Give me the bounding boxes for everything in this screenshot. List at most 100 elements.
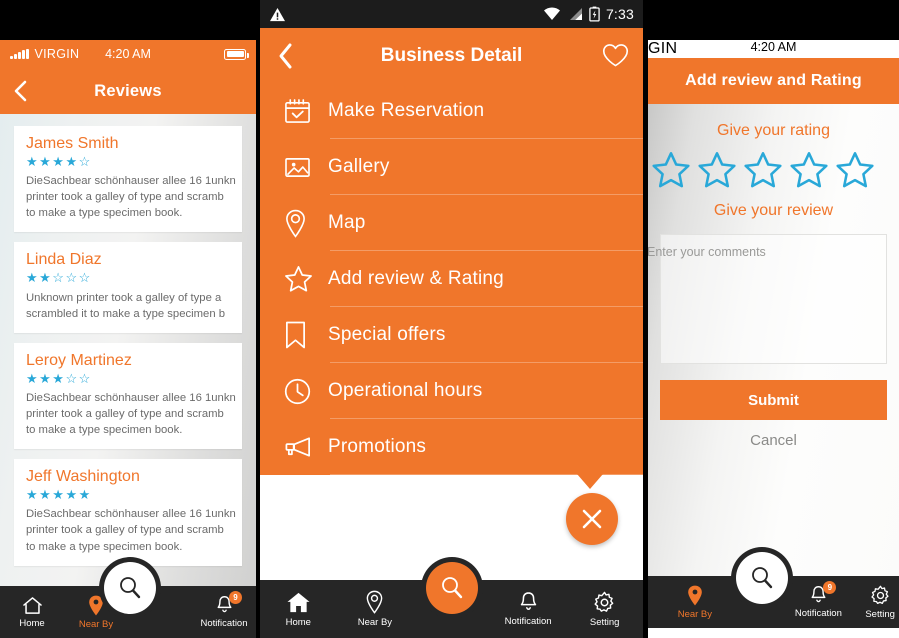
- rating-stars-input[interactable]: [651, 146, 887, 196]
- table-row[interactable]: James Smith ★★★★☆ DieSachbear schönhause…: [14, 126, 242, 233]
- battery-full-icon: [224, 48, 249, 60]
- close-fab-button[interactable]: [566, 493, 618, 545]
- phone-center-business-detail: 7:33 Business Detail Make Reservation Ga…: [260, 0, 643, 638]
- reviewer-name: Linda Diaz: [26, 251, 102, 269]
- sheet-pointer-arrow: [577, 474, 603, 489]
- nav-label: Notification: [200, 618, 248, 629]
- phone-left-reviews: VIRGIN 4:20 AM Reviews James Smith ★★★★☆…: [0, 40, 256, 638]
- cancel-button[interactable]: Cancel: [660, 432, 887, 449]
- star-outline-icon[interactable]: [743, 150, 783, 190]
- phone-right-add-review: GIN 4:20 AM Add review and Rating Give y…: [648, 40, 899, 638]
- phone-divider-right: [643, 0, 648, 638]
- review-line: Unknown printer took a galley of type a: [26, 291, 222, 304]
- search-fab-button[interactable]: [735, 552, 788, 604]
- nav-label: Near By: [78, 618, 114, 630]
- nav-item-notification[interactable]: 9 Notification: [788, 581, 850, 619]
- app-bar: Add review and Rating: [648, 58, 899, 104]
- search-icon: [751, 567, 772, 589]
- sheet-footer: [260, 474, 643, 561]
- status-time: 4:20 AM: [750, 40, 797, 54]
- search-fab-button[interactable]: [104, 562, 156, 614]
- nav-label: Setting: [865, 608, 895, 620]
- warning-triangle-icon: [270, 7, 285, 21]
- review-line: DieSachbear schönhauser allee 16 1unkn: [26, 175, 236, 188]
- phone-divider-left: [256, 0, 260, 638]
- nav-item-home[interactable]: Home: [260, 591, 337, 628]
- bottom-navigation: Near By 9 Notification Setting: [648, 552, 899, 628]
- review-line: printer took a galley of type and scramb: [26, 408, 224, 421]
- star-outline-icon[interactable]: [789, 150, 829, 190]
- map-pin-filled-icon: [89, 595, 103, 615]
- android-status-bar: 7:33: [260, 0, 643, 28]
- nav-item-setting[interactable]: Setting: [849, 585, 899, 620]
- gear-icon: [870, 585, 889, 604]
- rating-stars: ★★☆☆☆: [26, 270, 92, 286]
- menu-item-gallery[interactable]: Gallery: [260, 139, 643, 195]
- heart-outline-icon: [602, 44, 629, 67]
- submit-button[interactable]: Submit: [660, 380, 887, 420]
- comment-placeholder: Enter your comments: [648, 245, 766, 259]
- star-outline-icon: [284, 265, 328, 293]
- menu-item-label: Operational hours: [328, 380, 483, 401]
- bottom-navigation: Home Near By Notification Setting: [260, 562, 643, 638]
- status-time: 4:20 AM: [105, 47, 151, 61]
- close-x-icon: [582, 509, 602, 529]
- review-line: DieSachbear schönhauser allee 16 1unkn: [26, 508, 236, 521]
- star-outline-icon[interactable]: [651, 150, 691, 190]
- nav-label: Setting: [589, 616, 620, 628]
- reviews-list: James Smith ★★★★☆ DieSachbear schönhause…: [0, 114, 256, 638]
- rating-stars: ★★★☆☆: [26, 370, 92, 386]
- ios-status-bar: GIN 4:20 AM: [648, 40, 899, 58]
- back-button[interactable]: [260, 28, 310, 83]
- nav-item-notification[interactable]: Notification: [490, 591, 567, 627]
- menu-item-label: Make Reservation: [328, 100, 485, 121]
- status-icons-group: 7:33: [543, 6, 634, 22]
- menu-item-map[interactable]: Map: [260, 195, 643, 251]
- battery-charging-icon: [589, 6, 600, 22]
- back-button[interactable]: [0, 68, 40, 114]
- menu-item-label: Map: [328, 212, 366, 233]
- reviewer-name: James Smith: [26, 135, 119, 152]
- notification-badge: 9: [823, 581, 837, 594]
- table-row[interactable]: Jeff Washington ★★★★★ DieSachbear schönh…: [14, 459, 242, 566]
- review-line: printer took a galley of type and scramb: [26, 191, 224, 204]
- business-detail-menu: Make Reservation Gallery Map Add review …: [260, 83, 643, 475]
- nav-label: Notification: [794, 608, 842, 619]
- nav-label: Notification: [504, 616, 552, 627]
- nav-label: Home: [19, 617, 45, 629]
- menu-item-make-reservation[interactable]: Make Reservation: [260, 83, 643, 139]
- screenshot-stage: VIRGIN 4:20 AM Reviews James Smith ★★★★☆…: [0, 0, 899, 638]
- menu-item-promotions[interactable]: Promotions: [260, 419, 643, 475]
- nav-item-near-by[interactable]: Near By: [337, 590, 414, 628]
- search-icon: [120, 577, 141, 599]
- table-row[interactable]: Linda Diaz ★★☆☆☆ Unknown printer took a …: [14, 242, 242, 333]
- map-pin-outline-icon: [367, 590, 383, 614]
- back-chevron-icon: [14, 80, 26, 102]
- nav-item-home[interactable]: Home: [0, 596, 64, 629]
- menu-item-operational-hours[interactable]: Operational hours: [260, 363, 643, 419]
- back-chevron-icon: [279, 43, 291, 68]
- nav-item-notification[interactable]: 9 Notification: [192, 591, 256, 629]
- reviewer-name: Leroy Martinez: [26, 351, 132, 369]
- rating-stars: ★★★★☆: [26, 154, 92, 169]
- bottom-navigation: Home Near By 9 Notification: [0, 562, 256, 638]
- menu-item-special-offers[interactable]: Special offers: [260, 307, 643, 363]
- review-line: to make a type specimen book.: [26, 540, 183, 553]
- page-title: Business Detail: [380, 44, 523, 66]
- menu-item-add-review-rating[interactable]: Add review & Rating: [260, 251, 643, 307]
- nav-item-setting[interactable]: Setting: [566, 591, 643, 628]
- nav-item-near-by[interactable]: Near By: [664, 585, 726, 620]
- star-outline-icon[interactable]: [835, 150, 875, 190]
- rating-stars: ★★★★★: [26, 487, 92, 503]
- review-section-label: Give your review: [713, 202, 834, 219]
- notification-badge: 9: [229, 591, 242, 604]
- table-row[interactable]: Leroy Martinez ★★★☆☆ DieSachbear schönha…: [14, 342, 242, 450]
- menu-item-label: Special offers: [328, 324, 446, 345]
- search-fab-button[interactable]: [425, 562, 478, 614]
- comment-input[interactable]: Enter your comments: [648, 234, 887, 364]
- favorite-button[interactable]: [602, 43, 629, 68]
- review-line: to make a type specimen book.: [26, 207, 183, 220]
- star-outline-icon[interactable]: [697, 150, 737, 190]
- menu-item-label: Promotions: [328, 436, 427, 457]
- calendar-check-icon: [284, 98, 328, 125]
